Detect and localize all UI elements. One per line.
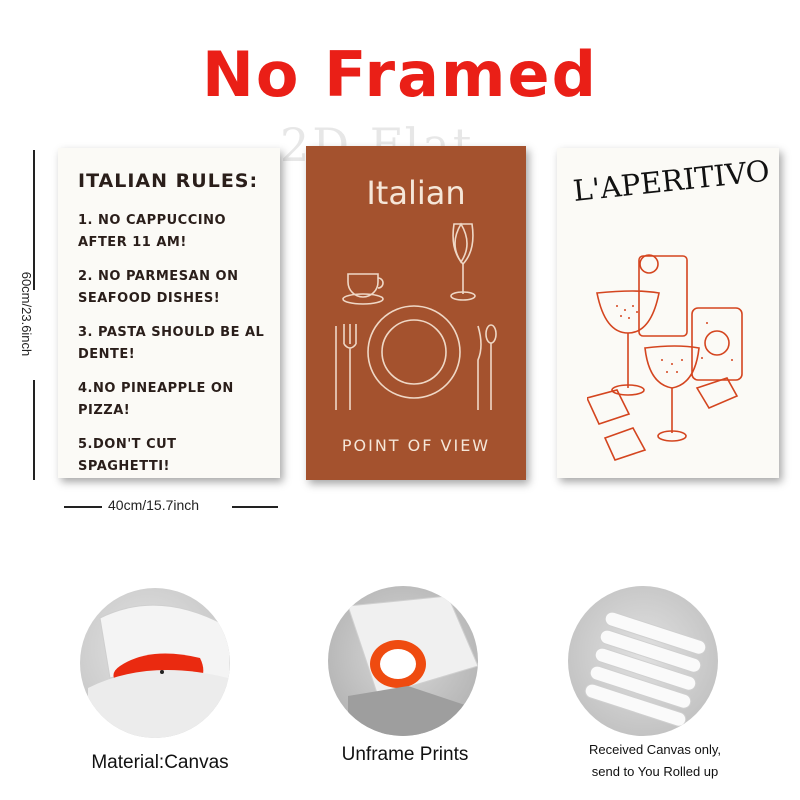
width-dimension-line-left [64,506,102,508]
rule-item: 4.NO PINEAPPLE ON PIZZA! [78,381,234,418]
italian-subtitle: POINT OF VIEW [341,436,491,455]
coupe-glass-icon [596,290,660,334]
italian-title: Italian [366,174,466,212]
material-caption: Material:Canvas [91,752,229,773]
width-dimension-label: 40cm/15.7inch [108,497,200,513]
rule-item: 2. NO PARMESAN ON SEAFOOD DISHES! [78,269,239,306]
knife-icon [477,325,482,410]
rule-item: 3. PASTA SHOULD BE AL DENTE! [78,325,265,362]
cocktail-glasses-illustration [587,254,743,461]
unframe-caption: Unframe Prints [341,744,469,765]
width-dimension-line-right [232,506,278,508]
aperitivo-title: L'APERITIVO [571,153,772,208]
canvas-material-photo [80,588,230,738]
rule-item: 5.DON'T CUT SPAGHETTI! [78,437,177,474]
received-caption: Received Canvas only, send to You Rolled… [555,739,755,783]
poster-aperitivo: L'APERITIVO [557,148,779,478]
fork-icon [343,324,357,410]
table-setting-illustration [335,222,497,410]
poster-italian-rules: ITALIAN RULES: 1. NO CAPPUCCINO AFTER 11… [58,148,280,478]
height-dimension-line-bottom [33,380,35,480]
headline: No Framed [202,38,598,111]
rules-title: ITALIAN RULES: [78,170,259,192]
received-caption-line-2: send to You Rolled up [591,764,719,779]
spoon-icon [485,324,497,344]
saucer-icon [342,293,384,305]
cocktail-glass-icon [644,345,700,389]
tumbler-icon [691,307,743,381]
poster-italian-point-of-view: Italian POINT OF VIEW [306,146,526,480]
received-caption-line-1: Received Canvas only, [589,742,721,757]
unframed-roll-photo [328,586,478,736]
rules-list: 1. NO CAPPUCCINO AFTER 11 AM! 2. NO PARM… [78,210,268,490]
rule-item: 1. NO CAPPUCCINO AFTER 11 AM! [78,213,227,250]
rolled-package-photo [568,586,718,736]
